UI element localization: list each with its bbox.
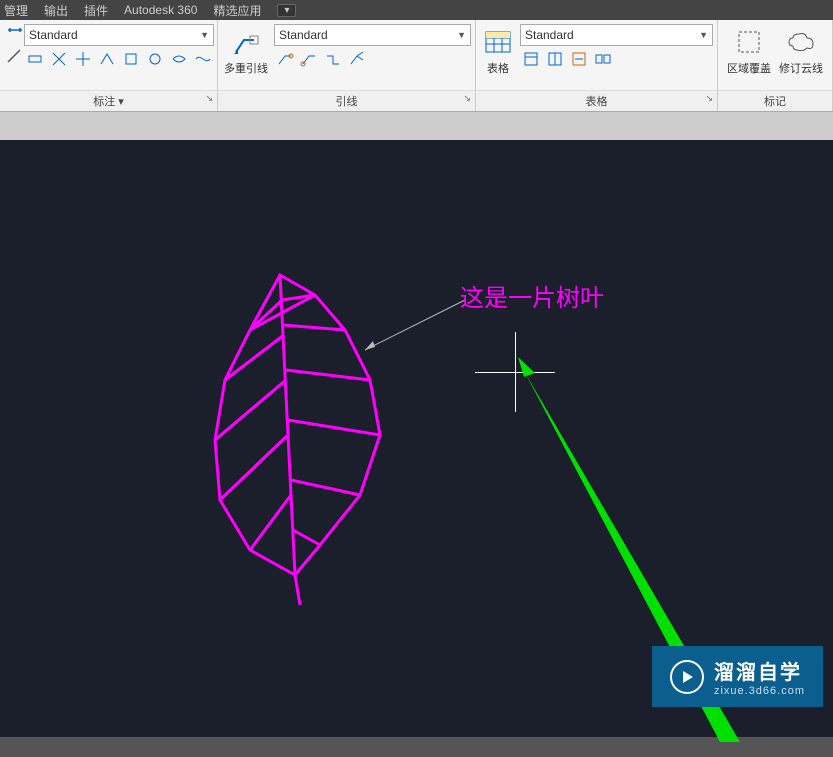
revcloud-label: 修订云线 bbox=[779, 60, 823, 76]
menu-featured[interactable]: 精选应用 bbox=[213, 2, 261, 19]
chevron-down-icon: ▼ bbox=[200, 30, 209, 40]
menu-dropdown-icon[interactable]: ▾ bbox=[277, 4, 296, 17]
panel-label-annotation[interactable]: 标注 ▾ ↘ bbox=[0, 90, 217, 111]
dim-tool-2-icon[interactable] bbox=[48, 48, 70, 70]
menu-output[interactable]: 输出 bbox=[44, 2, 68, 19]
menu-manage[interactable]: 管理 bbox=[4, 2, 28, 19]
panel-label-markup[interactable]: 标记 bbox=[718, 90, 832, 111]
table-tool-3-icon[interactable] bbox=[568, 48, 590, 70]
dim-tool-3-icon[interactable] bbox=[72, 48, 94, 70]
dim-tool-5-icon[interactable] bbox=[120, 48, 142, 70]
chevron-down-icon: ▼ bbox=[699, 30, 708, 40]
leader-style-value: Standard bbox=[279, 28, 328, 42]
leader-tool-1-icon[interactable] bbox=[274, 48, 296, 70]
leader-tool-3-icon[interactable] bbox=[322, 48, 344, 70]
panel-expand-icon[interactable]: ↘ bbox=[205, 93, 213, 104]
table-tool-2-icon[interactable] bbox=[544, 48, 566, 70]
dim-tool-1-icon[interactable] bbox=[24, 48, 46, 70]
ribbon-panel-annotation: Standard ▼ 标注 ▾ ↘ bbox=[0, 20, 218, 111]
ribbon-panel-table: 表格 Standard ▼ 表格 ↘ bbox=[476, 20, 718, 111]
table-tool[interactable]: 表格 bbox=[480, 24, 516, 78]
leader-style-combo[interactable]: Standard ▼ bbox=[274, 24, 471, 46]
watermark: 溜溜自学 zixue.3d66.com bbox=[652, 646, 823, 707]
ribbon: Standard ▼ 标注 ▾ ↘ bbox=[0, 20, 833, 112]
watermark-play-icon bbox=[670, 660, 704, 694]
dim-tool-6-icon[interactable] bbox=[144, 48, 166, 70]
leader-tool-4-icon[interactable] bbox=[346, 48, 368, 70]
watermark-subtitle: zixue.3d66.com bbox=[714, 685, 805, 697]
ribbon-panel-leader: 多重引线 Standard ▼ 引线 ↘ bbox=[218, 20, 476, 111]
panel-expand-icon[interactable]: ↘ bbox=[463, 93, 471, 104]
panel-label-leader[interactable]: 引线 ↘ bbox=[218, 90, 475, 111]
tool-dim-linear-icon[interactable] bbox=[4, 24, 26, 46]
panel-expand-icon[interactable]: ↘ bbox=[705, 93, 713, 104]
ribbon-panel-markup: 区域覆盖 修订云线 标记 bbox=[718, 20, 833, 111]
multileader-tool[interactable]: 多重引线 bbox=[222, 24, 270, 78]
wipeout-tool[interactable]: 区域覆盖 bbox=[725, 24, 773, 78]
leader-tool-2-icon[interactable] bbox=[298, 48, 320, 70]
drawing-canvas[interactable]: 这是一片树叶 溜溜自学 zixue.3d66.com bbox=[0, 140, 833, 737]
chevron-down-icon: ▼ bbox=[457, 30, 466, 40]
revcloud-tool[interactable]: 修订云线 bbox=[777, 24, 825, 78]
table-style-combo[interactable]: Standard ▼ bbox=[520, 24, 713, 46]
wipeout-label: 区域覆盖 bbox=[727, 60, 771, 76]
table-tool-1-icon[interactable] bbox=[520, 48, 542, 70]
table-style-value: Standard bbox=[525, 28, 574, 42]
multileader-label: 多重引线 bbox=[224, 60, 268, 76]
menubar: 管理 输出 插件 Autodesk 360 精选应用 ▾ bbox=[0, 0, 833, 20]
table-tool-4-icon[interactable] bbox=[592, 48, 614, 70]
tool-dim-sub-icon[interactable] bbox=[4, 46, 26, 68]
canvas-tab-area bbox=[0, 112, 833, 140]
leader-line bbox=[355, 295, 475, 365]
annotation-text: 这是一片树叶 bbox=[460, 278, 604, 313]
dim-style-value: Standard bbox=[29, 28, 78, 42]
panel-label-table[interactable]: 表格 ↘ bbox=[476, 90, 717, 111]
dim-tool-4-icon[interactable] bbox=[96, 48, 118, 70]
dim-tool-8-icon[interactable] bbox=[192, 48, 214, 70]
dim-style-combo[interactable]: Standard ▼ bbox=[24, 24, 214, 46]
watermark-title: 溜溜自学 bbox=[714, 656, 805, 685]
table-label: 表格 bbox=[487, 60, 509, 76]
menu-autodesk360[interactable]: Autodesk 360 bbox=[124, 3, 197, 17]
menu-plugins[interactable]: 插件 bbox=[84, 2, 108, 19]
dim-tool-7-icon[interactable] bbox=[168, 48, 190, 70]
